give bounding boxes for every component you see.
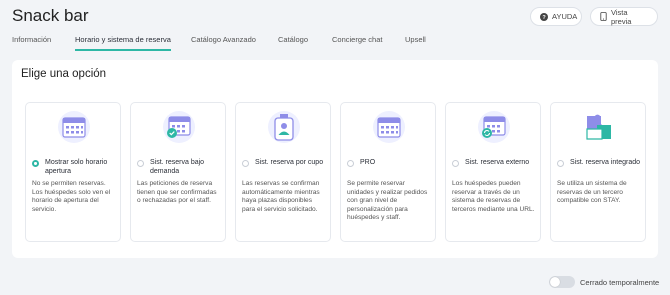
option-description: Las peticiones de reserva tienen que ser… bbox=[137, 180, 217, 205]
tab-upsell[interactable]: Upsell bbox=[405, 35, 426, 49]
option-card-quota[interactable]: Sist. reserva por cupo Las reservas se c… bbox=[235, 102, 331, 242]
tab-bar: Información Horario y sistema de reserva… bbox=[12, 35, 658, 51]
phone-icon bbox=[600, 12, 607, 21]
option-radio-quota[interactable] bbox=[242, 160, 249, 167]
option-description: No se permiten reservas. Los huéspedes s… bbox=[32, 180, 111, 213]
option-label: Sist. reserva bajo demanda bbox=[150, 159, 205, 175]
option-card-on-demand[interactable]: Sist. reserva bajo demanda Las peticione… bbox=[130, 102, 226, 242]
option-radio-opening-hours[interactable] bbox=[32, 160, 39, 167]
option-radio-pro[interactable] bbox=[347, 160, 354, 167]
tab-concierge-chat[interactable]: Concierge chat bbox=[332, 35, 382, 49]
option-label: Mostrar solo horario apertura bbox=[45, 159, 108, 175]
badge-id-icon bbox=[268, 111, 300, 143]
tab-catalogo-avanzado[interactable]: Catálogo Avanzado bbox=[191, 35, 256, 49]
question-circle-icon: ? bbox=[540, 12, 548, 21]
option-label: Sist. reserva integrado bbox=[570, 159, 641, 166]
option-radio-external[interactable] bbox=[452, 160, 459, 167]
option-description: Se permite reservar unidades y realizar … bbox=[347, 180, 428, 222]
option-description: Los huéspedes pueden reservar a través d… bbox=[452, 180, 535, 213]
puzzle-icon bbox=[583, 111, 615, 143]
option-label: PRO bbox=[360, 159, 376, 166]
option-card-integrated[interactable]: Sist. reserva integrado Se utiliza un si… bbox=[550, 102, 646, 242]
preview-button[interactable]: Vista previa bbox=[590, 7, 658, 26]
option-card-opening-hours[interactable]: Mostrar solo horario apertura No se perm… bbox=[25, 102, 121, 242]
option-radio-on-demand[interactable] bbox=[137, 160, 144, 167]
option-card-pro[interactable]: PRO Se permite reservar unidades y reali… bbox=[340, 102, 436, 242]
option-description: Se utiliza un sistema de reservas de un … bbox=[557, 180, 627, 205]
help-button-label: AYUDA bbox=[552, 12, 578, 21]
booking-options-panel: Elige una opción Mostrar solo horario ap… bbox=[12, 60, 658, 258]
help-button[interactable]: ? AYUDA bbox=[530, 7, 582, 26]
tab-informacion[interactable]: Información bbox=[12, 35, 51, 49]
calendar-sync-icon bbox=[478, 111, 510, 143]
tab-catalogo[interactable]: Catálogo bbox=[278, 35, 308, 49]
option-description: Las reservas se confirman automáticament… bbox=[242, 180, 320, 213]
option-label: Sist. reserva por cupo bbox=[255, 159, 324, 166]
calendar-check-icon bbox=[163, 111, 195, 143]
page-title: Snack bar bbox=[12, 6, 89, 25]
temporarily-closed-label: Cerrado temporalmente bbox=[580, 278, 660, 287]
calendar-icon bbox=[373, 111, 405, 143]
preview-button-label: Vista previa bbox=[611, 7, 632, 26]
option-radio-integrated[interactable] bbox=[557, 160, 564, 167]
temporarily-closed-toggle[interactable] bbox=[549, 276, 575, 288]
option-label: Sist. reserva externo bbox=[465, 159, 530, 166]
panel-title: Elige una opción bbox=[21, 68, 107, 80]
tab-horario-reserva[interactable]: Horario y sistema de reserva bbox=[75, 35, 171, 51]
option-card-external[interactable]: Sist. reserva externo Los huéspedes pued… bbox=[445, 102, 541, 242]
calendar-icon bbox=[58, 111, 90, 143]
